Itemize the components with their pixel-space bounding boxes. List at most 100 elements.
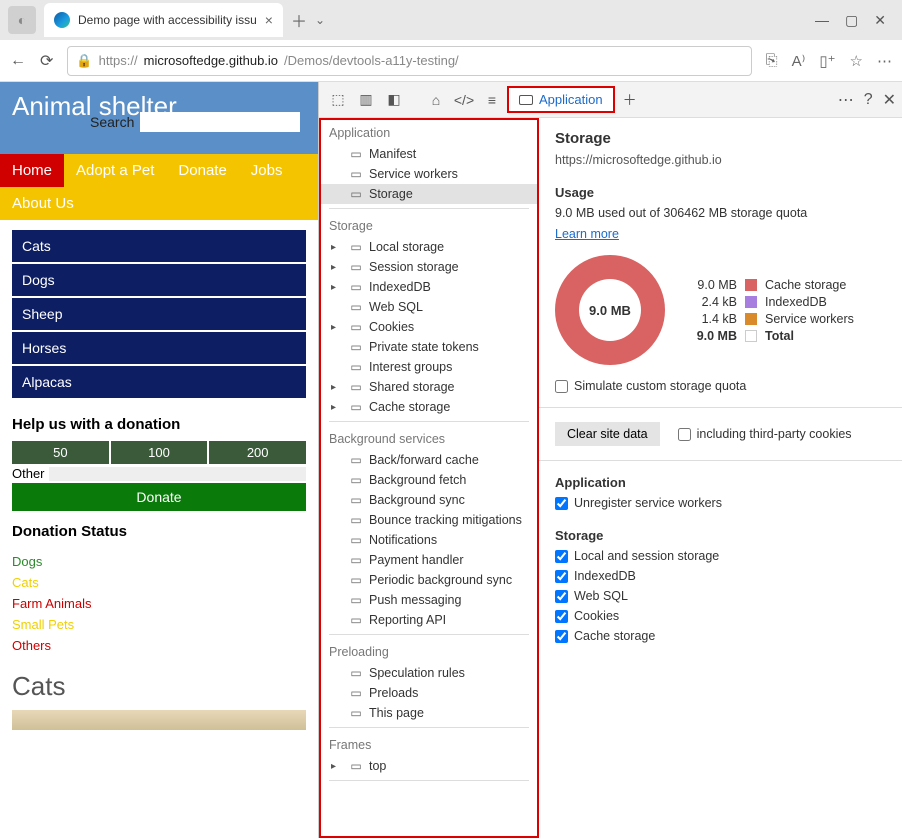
category-alpacas[interactable]: Alpacas (12, 366, 306, 398)
tree-item-preloads[interactable]: ▭Preloads (321, 683, 537, 703)
tree-item-bounce-tracking-mitigations[interactable]: ▭Bounce tracking mitigations (321, 510, 537, 530)
clear-site-data-button[interactable]: Clear site data (555, 422, 660, 446)
tree-icon: ▭ (349, 593, 363, 607)
tree-item-shared-storage[interactable]: ▸▭Shared storage (321, 377, 537, 397)
browser-toolbar: ← ⟳ 🔒 https://microsoftedge.github.io/De… (0, 40, 902, 82)
main-nav: HomeAdopt a PetDonateJobs About Us (0, 154, 318, 220)
device-icon[interactable]: ▥ (353, 87, 379, 113)
devtools-toolbar: ⬚ ▥ ◧ ⌂ </> ≡ Application ＋ ⋯ ? ✕ (319, 82, 902, 118)
category-dogs[interactable]: Dogs (12, 264, 306, 296)
favorites-icon[interactable]: ☆ (850, 52, 863, 70)
rendered-page: Animal shelter Search HomeAdopt a PetDon… (0, 82, 318, 838)
check-local-and-session-storage[interactable] (555, 550, 568, 563)
sources-icon[interactable]: ≡ (479, 87, 505, 113)
nav-item-adopt-a-pet[interactable]: Adopt a Pet (64, 154, 166, 187)
collections-icon[interactable]: ▯⁺ (819, 52, 835, 70)
status-dogs: Dogs (12, 551, 306, 572)
status-heading: Donation Status (12, 523, 306, 540)
address-bar[interactable]: 🔒 https://microsoftedge.github.io/Demos/… (67, 46, 751, 76)
tab-application[interactable]: Application (507, 86, 615, 113)
tab-actions-icon[interactable]: ⌄ (315, 13, 325, 27)
tree-item-top[interactable]: ▸▭top (321, 756, 537, 776)
check-cookies[interactable] (555, 610, 568, 623)
third-party-checkbox[interactable] (678, 428, 691, 441)
nav-item-donate[interactable]: Donate (166, 154, 238, 187)
tree-item-private-state-tokens[interactable]: ▭Private state tokens (321, 337, 537, 357)
site-info-icon[interactable]: 🔒 (76, 53, 92, 69)
donate-button[interactable]: Donate (12, 483, 306, 511)
usage-header: Usage (555, 185, 886, 200)
tree-item-local-storage[interactable]: ▸▭Local storage (321, 237, 537, 257)
more-tabs-icon[interactable]: ＋ (617, 87, 643, 113)
tree-item-indexeddb[interactable]: ▸▭IndexedDB (321, 277, 537, 297)
nav-item-jobs[interactable]: Jobs (239, 154, 295, 187)
tree-item-manifest[interactable]: ▭Manifest (321, 144, 537, 164)
elements-icon[interactable]: </> (451, 87, 477, 113)
close-tab-icon[interactable]: × (265, 12, 273, 28)
status-cats: Cats (12, 572, 306, 593)
amount-100[interactable]: 100 (111, 441, 208, 464)
inspect-icon[interactable]: ⬚ (325, 87, 351, 113)
tree-item-background-sync[interactable]: ▭Background sync (321, 490, 537, 510)
tree-item-session-storage[interactable]: ▸▭Session storage (321, 257, 537, 277)
dock-icon[interactable]: ◧ (381, 87, 407, 113)
tree-item-cache-storage[interactable]: ▸▭Cache storage (321, 397, 537, 417)
tree-item-this-page[interactable]: ▭This page (321, 703, 537, 723)
nav-item-home[interactable]: Home (0, 154, 64, 187)
check-unregister-service-workers[interactable] (555, 497, 568, 510)
category-horses[interactable]: Horses (12, 332, 306, 364)
close-window-icon[interactable]: ✕ (874, 12, 886, 29)
tree-item-storage[interactable]: ▭Storage (321, 184, 537, 204)
shopping-icon[interactable]: ⎘ (766, 52, 778, 69)
other-label: Other (12, 466, 45, 481)
maximize-icon[interactable]: ▢ (845, 12, 858, 29)
other-amount-input[interactable] (49, 467, 306, 481)
legend-cache-storage: 9.0 MBCache storage (685, 278, 865, 292)
check-indexeddb[interactable] (555, 570, 568, 583)
devtools-close-icon[interactable]: ✕ (883, 90, 896, 110)
browser-tab[interactable]: Demo page with accessibility issu × (44, 3, 283, 37)
refresh-icon[interactable]: ⟳ (40, 51, 53, 71)
new-tab-button[interactable]: ＋ (291, 8, 307, 32)
tree-icon: ▭ (349, 573, 363, 587)
tree-icon: ▭ (349, 453, 363, 467)
learn-more-link[interactable]: Learn more (555, 227, 619, 241)
devtools-panel: ⬚ ▥ ◧ ⌂ </> ≡ Application ＋ ⋯ ? ✕ Applic… (318, 82, 902, 838)
amount-200[interactable]: 200 (209, 441, 306, 464)
tree-icon: ▭ (349, 147, 363, 161)
nav-item-about-us[interactable]: About Us (0, 187, 86, 220)
tree-item-notifications[interactable]: ▭Notifications (321, 530, 537, 550)
tree-item-periodic-background-sync[interactable]: ▭Periodic background sync (321, 570, 537, 590)
devtools-settings-icon[interactable]: ⋯ (838, 90, 854, 110)
tree-icon: ▭ (349, 167, 363, 181)
tree-icon: ▭ (349, 340, 363, 354)
tree-item-back-forward-cache[interactable]: ▭Back/forward cache (321, 450, 537, 470)
tree-item-background-fetch[interactable]: ▭Background fetch (321, 470, 537, 490)
devtools-help-icon[interactable]: ? (864, 91, 873, 109)
legend-indexeddb: 2.4 kBIndexedDB (685, 295, 865, 309)
tree-item-interest-groups[interactable]: ▭Interest groups (321, 357, 537, 377)
amount-50[interactable]: 50 (12, 441, 109, 464)
category-cats[interactable]: Cats (12, 230, 306, 262)
back-icon[interactable]: ← (10, 52, 26, 70)
tree-item-push-messaging[interactable]: ▭Push messaging (321, 590, 537, 610)
check-web-sql[interactable] (555, 590, 568, 603)
minimize-icon[interactable]: — (815, 12, 829, 29)
tree-item-service-workers[interactable]: ▭Service workers (321, 164, 537, 184)
menu-icon[interactable]: ⋯ (877, 52, 892, 70)
check-cache-storage[interactable] (555, 630, 568, 643)
category-sheep[interactable]: Sheep (12, 298, 306, 330)
search-input[interactable] (140, 112, 300, 132)
tree-icon: ▭ (349, 613, 363, 627)
tree-item-payment-handler[interactable]: ▭Payment handler (321, 550, 537, 570)
tree-item-reporting-api[interactable]: ▭Reporting API (321, 610, 537, 630)
tree-item-speculation-rules[interactable]: ▭Speculation rules (321, 663, 537, 683)
tree-item-web-sql[interactable]: ▭Web SQL (321, 297, 537, 317)
window-titlebar: ◐ Demo page with accessibility issu × ＋ … (0, 0, 902, 40)
welcome-icon[interactable]: ⌂ (423, 87, 449, 113)
application-sidebar: Application▭Manifest▭Service workers▭Sto… (319, 118, 539, 838)
tree-item-cookies[interactable]: ▸▭Cookies (321, 317, 537, 337)
read-aloud-icon[interactable]: A⁾ (792, 52, 806, 70)
simulate-quota-checkbox[interactable] (555, 380, 568, 393)
profile-icon[interactable]: ◐ (8, 6, 36, 34)
